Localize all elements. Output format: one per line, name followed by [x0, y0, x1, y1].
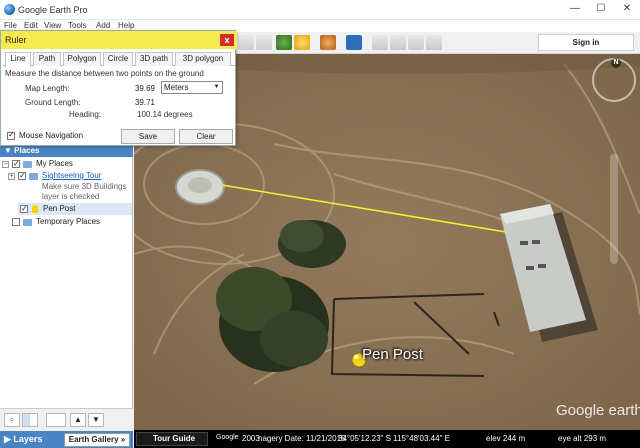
ruler-tabs: Line Path Polygon Circle 3D path 3D poly… [3, 52, 235, 67]
elevation: elev 244 m [486, 434, 526, 443]
places-stepper-field[interactable] [46, 413, 66, 427]
tree-item-my-places[interactable]: − My Places [2, 158, 132, 170]
collapse-icon[interactable]: − [2, 161, 9, 168]
map-length-value: 39.69 [134, 84, 155, 93]
chevron-down-icon: ▼ [213, 84, 220, 90]
north-icon[interactable]: N [611, 58, 621, 68]
my-places-label: My Places [36, 159, 73, 168]
menu-help[interactable]: Help [118, 21, 134, 30]
tour-guide-label: Tour Guide [153, 434, 196, 443]
title-bar: Google Earth Pro — ☐ ✕ [0, 0, 640, 20]
mouse-nav-checkbox[interactable] [7, 130, 15, 140]
email-icon[interactable] [372, 35, 388, 50]
tab-circle[interactable]: Circle [103, 52, 133, 66]
toolbar: Sign in [236, 32, 640, 54]
maximize-button[interactable]: ☐ [592, 2, 610, 16]
folder-icon [23, 161, 32, 168]
move-down-icon[interactable]: ▼ [88, 413, 104, 427]
ruler-dialog: Ruler x Line Path Polygon Circle 3D path… [0, 30, 237, 146]
heading-label: Heading: [68, 110, 101, 119]
navigation-compass[interactable]: N [592, 58, 636, 102]
unit-select-value: Meters [164, 83, 189, 92]
historical-imagery-icon[interactable] [276, 35, 292, 50]
mouse-nav-label: Mouse Navigation [19, 131, 84, 140]
zoom-slider[interactable] [610, 154, 618, 264]
sightseeing-note-2: layer is checked [42, 192, 100, 201]
temporary-checkbox[interactable] [12, 218, 20, 226]
menu-add[interactable]: Add [96, 21, 110, 30]
google-earth-logo: Google earth [556, 402, 640, 419]
ruler-clear-button[interactable]: Clear [179, 129, 233, 144]
planets-icon[interactable] [320, 35, 336, 50]
ground-length-value: 39.71 [134, 98, 155, 107]
heading-value: 100.14 degrees [137, 110, 193, 119]
google-earth-icon [4, 4, 15, 15]
layers-tab[interactable]: ▶ Layers [4, 434, 42, 445]
sightseeing-checkbox[interactable] [18, 170, 26, 182]
earth-gallery-button[interactable]: Earth Gallery » [64, 433, 130, 447]
ground-length-label: Ground Length: [25, 98, 81, 107]
google-logo: Google [216, 434, 239, 441]
menu-file[interactable]: File [4, 21, 17, 30]
ruler-icon[interactable] [346, 35, 362, 50]
expand-icon[interactable]: + [8, 173, 15, 180]
add-image-overlay-icon[interactable] [256, 35, 272, 50]
yellow-pushpin-icon [32, 205, 38, 213]
view-in-maps-icon[interactable] [426, 35, 442, 50]
coordinates: 34°05'12.23" S 115°48'03.44" E [338, 434, 450, 443]
map-length-label: Map Length: [25, 84, 70, 93]
minimize-button[interactable]: — [566, 2, 584, 16]
pen-post-label: Pen Post [43, 204, 76, 213]
menu-edit[interactable]: Edit [24, 21, 38, 30]
layers-label: Layers [13, 434, 43, 444]
folder-icon [23, 219, 32, 226]
sidebar-bottom: ⌕ ▲ ▼ ▶ Layers Earth Gallery » [0, 408, 133, 448]
move-up-icon[interactable]: ▲ [70, 413, 86, 427]
tab-polygon[interactable]: Polygon [63, 52, 101, 66]
status-bar: Tour Guide Google 2003 nagery Date: 11/2… [134, 430, 640, 448]
window-title: Google Earth Pro [18, 5, 88, 15]
tab-path[interactable]: Path [33, 52, 61, 66]
placemark-label: Pen Post [362, 346, 423, 363]
sunlight-icon[interactable] [294, 35, 310, 50]
eye-altitude: eye alt 293 m [558, 434, 607, 443]
close-window-button[interactable]: ✕ [618, 2, 636, 16]
tree-item-temporary[interactable]: Temporary Places [10, 216, 132, 228]
ruler-close-button[interactable]: x [220, 34, 234, 46]
unit-select[interactable]: Meters ▼ [161, 81, 223, 94]
ruler-title: Ruler [5, 35, 27, 45]
save-image-icon[interactable] [408, 35, 424, 50]
folder-icon [29, 173, 38, 180]
panel-toggle-icon[interactable] [22, 413, 38, 427]
print-icon[interactable] [390, 35, 406, 50]
layers-bar: ▶ Layers Earth Gallery » [0, 431, 133, 448]
tab-3d-path[interactable]: 3D path [135, 52, 173, 66]
temporary-label: Temporary Places [36, 217, 101, 226]
ruler-save-button[interactable]: Save [121, 129, 175, 144]
pen-post-checkbox[interactable] [20, 203, 28, 215]
search-icon[interactable]: ⌕ [4, 413, 20, 427]
menu-tools[interactable]: Tools [68, 21, 87, 30]
tour-guide-button[interactable]: Tour Guide [136, 432, 208, 446]
ruler-instruction: Measure the distance between two points … [5, 69, 204, 78]
add-polygon-icon[interactable] [238, 35, 254, 50]
places-header-label: Places [14, 146, 40, 155]
imagery-date: nagery Date: 11/21/2015 [258, 434, 346, 443]
tab-3d-polygon[interactable]: 3D polygon [175, 52, 231, 66]
tab-line[interactable]: Line [5, 52, 31, 67]
sign-in-button[interactable]: Sign in [538, 34, 634, 51]
tree-item-pen-post[interactable]: Pen Post [18, 203, 132, 215]
ruler-titlebar[interactable]: Ruler x [1, 31, 237, 49]
my-places-checkbox[interactable] [12, 158, 20, 170]
menu-view[interactable]: View [44, 21, 61, 30]
